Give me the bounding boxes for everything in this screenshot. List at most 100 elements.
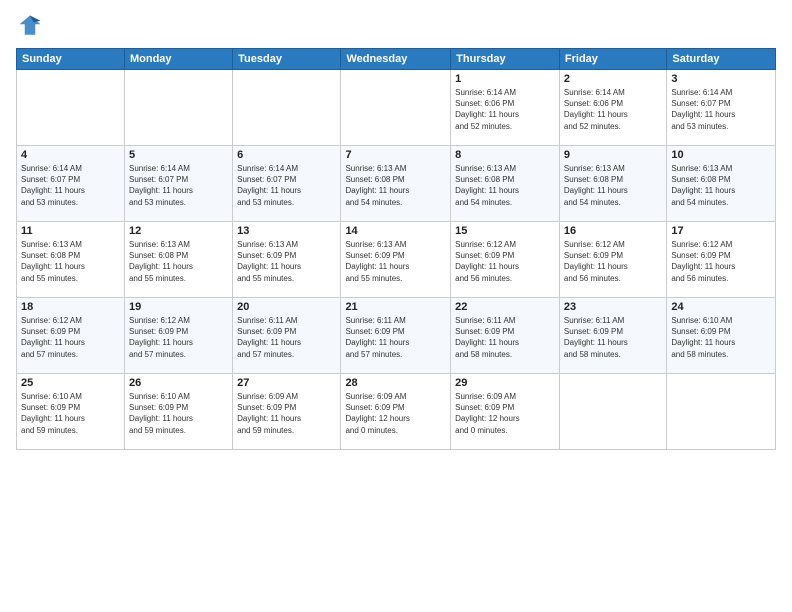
day-info: Sunrise: 6:13 AMSunset: 6:08 PMDaylight:… (345, 163, 446, 208)
calendar-cell: 25 Sunrise: 6:10 AMSunset: 6:09 PMDayligh… (17, 374, 125, 450)
calendar-cell: 29 Sunrise: 6:09 AMSunset: 6:09 PMDayligh… (451, 374, 560, 450)
calendar-cell (559, 374, 666, 450)
calendar-cell: 28 Sunrise: 6:09 AMSunset: 6:09 PMDayligh… (341, 374, 451, 450)
calendar-cell: 12 Sunrise: 6:13 AMSunset: 6:08 PMDayligh… (124, 222, 232, 298)
day-number: 8 (455, 149, 555, 161)
day-info: Sunrise: 6:14 AMSunset: 6:07 PMDaylight:… (237, 163, 336, 208)
day-number: 3 (671, 73, 771, 85)
day-number: 14 (345, 225, 446, 237)
day-number: 25 (21, 377, 120, 389)
calendar-cell (124, 70, 232, 146)
calendar-cell: 14 Sunrise: 6:13 AMSunset: 6:09 PMDayligh… (341, 222, 451, 298)
calendar-cell: 16Sunrise: 6:12 AMSunset: 6:09 PMDayligh… (559, 222, 666, 298)
day-info: Sunrise: 6:13 AMSunset: 6:09 PMDaylight:… (237, 239, 336, 284)
calendar-cell (667, 374, 776, 450)
day-info: Sunrise: 6:12 AMSunset: 6:09 PMDaylight:… (21, 315, 120, 360)
day-info: Sunrise: 6:14 AMSunset: 6:07 PMDaylight:… (21, 163, 120, 208)
day-number: 2 (564, 73, 662, 85)
day-number: 22 (455, 301, 555, 313)
day-info: Sunrise: 6:10 AMSunset: 6:09 PMDaylight:… (21, 391, 120, 436)
calendar-cell: 24 Sunrise: 6:10 AMSunset: 6:09 PMDayligh… (667, 298, 776, 374)
day-header-saturday: Saturday (667, 49, 776, 70)
day-info: Sunrise: 6:09 AMSunset: 6:09 PMDaylight:… (455, 391, 555, 436)
day-number: 5 (129, 149, 228, 161)
calendar-cell (233, 70, 341, 146)
day-info: Sunrise: 6:14 AMSunset: 6:07 PMDaylight:… (129, 163, 228, 208)
day-info: Sunrise: 6:12 AMSunset: 6:09 PMDaylight:… (455, 239, 555, 284)
day-info: Sunrise: 6:14 AMSunset: 6:06 PMDaylight:… (455, 87, 555, 132)
day-info: Sunrise: 6:14 AMSunset: 6:07 PMDaylight:… (671, 87, 771, 132)
calendar-cell: 26 Sunrise: 6:10 AMSunset: 6:09 PMDayligh… (124, 374, 232, 450)
day-number: 11 (21, 225, 120, 237)
calendar-cell: 13 Sunrise: 6:13 AMSunset: 6:09 PMDayligh… (233, 222, 341, 298)
day-number: 17 (671, 225, 771, 237)
day-info: Sunrise: 6:12 AMSunset: 6:09 PMDaylight:… (129, 315, 228, 360)
day-header-thursday: Thursday (451, 49, 560, 70)
calendar-cell (341, 70, 451, 146)
day-info: Sunrise: 6:12 AMSunset: 6:09 PMDaylight:… (564, 239, 662, 284)
day-number: 20 (237, 301, 336, 313)
calendar-cell: 15Sunrise: 6:12 AMSunset: 6:09 PMDayligh… (451, 222, 560, 298)
calendar-cell: 11 Sunrise: 6:13 AMSunset: 6:08 PMDayligh… (17, 222, 125, 298)
day-info: Sunrise: 6:11 AMSunset: 6:09 PMDaylight:… (564, 315, 662, 360)
page-header (16, 12, 776, 40)
day-header-wednesday: Wednesday (341, 49, 451, 70)
calendar-cell: 18Sunrise: 6:12 AMSunset: 6:09 PMDayligh… (17, 298, 125, 374)
calendar-cell: 3 Sunrise: 6:14 AMSunset: 6:07 PMDaylight… (667, 70, 776, 146)
day-info: Sunrise: 6:12 AMSunset: 6:09 PMDaylight:… (671, 239, 771, 284)
day-number: 7 (345, 149, 446, 161)
day-number: 13 (237, 225, 336, 237)
calendar-cell: 6 Sunrise: 6:14 AMSunset: 6:07 PMDaylight… (233, 146, 341, 222)
day-info: Sunrise: 6:11 AMSunset: 6:09 PMDaylight:… (455, 315, 555, 360)
calendar-cell: 10 Sunrise: 6:13 AMSunset: 6:08 PMDayligh… (667, 146, 776, 222)
day-header-monday: Monday (124, 49, 232, 70)
day-number: 4 (21, 149, 120, 161)
calendar-cell: 4 Sunrise: 6:14 AMSunset: 6:07 PMDaylight… (17, 146, 125, 222)
day-number: 27 (237, 377, 336, 389)
day-info: Sunrise: 6:11 AMSunset: 6:09 PMDaylight:… (345, 315, 446, 360)
day-number: 21 (345, 301, 446, 313)
day-info: Sunrise: 6:13 AMSunset: 6:08 PMDaylight:… (21, 239, 120, 284)
day-info: Sunrise: 6:13 AMSunset: 6:09 PMDaylight:… (345, 239, 446, 284)
calendar-cell: 2Sunrise: 6:14 AMSunset: 6:06 PMDaylight… (559, 70, 666, 146)
day-info: Sunrise: 6:11 AMSunset: 6:09 PMDaylight:… (237, 315, 336, 360)
day-number: 12 (129, 225, 228, 237)
day-number: 29 (455, 377, 555, 389)
day-number: 9 (564, 149, 662, 161)
calendar-cell: 9 Sunrise: 6:13 AMSunset: 6:08 PMDaylight… (559, 146, 666, 222)
calendar-cell: 27 Sunrise: 6:09 AMSunset: 6:09 PMDayligh… (233, 374, 341, 450)
day-number: 24 (671, 301, 771, 313)
day-number: 28 (345, 377, 446, 389)
calendar-cell: 8 Sunrise: 6:13 AMSunset: 6:08 PMDaylight… (451, 146, 560, 222)
logo (16, 12, 48, 40)
calendar-week-row: 4 Sunrise: 6:14 AMSunset: 6:07 PMDaylight… (17, 146, 776, 222)
day-number: 19 (129, 301, 228, 313)
calendar-header-row: SundayMondayTuesdayWednesdayThursdayFrid… (17, 49, 776, 70)
day-number: 26 (129, 377, 228, 389)
day-info: Sunrise: 6:10 AMSunset: 6:09 PMDaylight:… (671, 315, 771, 360)
calendar-cell: 7 Sunrise: 6:13 AMSunset: 6:08 PMDaylight… (341, 146, 451, 222)
day-number: 23 (564, 301, 662, 313)
calendar-cell: 17 Sunrise: 6:12 AMSunset: 6:09 PMDayligh… (667, 222, 776, 298)
day-number: 1 (455, 73, 555, 85)
calendar-cell: 23 Sunrise: 6:11 AMSunset: 6:09 PMDayligh… (559, 298, 666, 374)
day-info: Sunrise: 6:10 AMSunset: 6:09 PMDaylight:… (129, 391, 228, 436)
calendar-cell (17, 70, 125, 146)
calendar-cell: 5 Sunrise: 6:14 AMSunset: 6:07 PMDaylight… (124, 146, 232, 222)
day-info: Sunrise: 6:13 AMSunset: 6:08 PMDaylight:… (455, 163, 555, 208)
day-info: Sunrise: 6:13 AMSunset: 6:08 PMDaylight:… (129, 239, 228, 284)
calendar-week-row: 18Sunrise: 6:12 AMSunset: 6:09 PMDayligh… (17, 298, 776, 374)
calendar-week-row: 11 Sunrise: 6:13 AMSunset: 6:08 PMDayligh… (17, 222, 776, 298)
day-info: Sunrise: 6:09 AMSunset: 6:09 PMDaylight:… (237, 391, 336, 436)
day-number: 6 (237, 149, 336, 161)
day-header-tuesday: Tuesday (233, 49, 341, 70)
day-number: 10 (671, 149, 771, 161)
calendar-cell: 21 Sunrise: 6:11 AMSunset: 6:09 PMDayligh… (341, 298, 451, 374)
day-info: Sunrise: 6:13 AMSunset: 6:08 PMDaylight:… (564, 163, 662, 208)
day-header-friday: Friday (559, 49, 666, 70)
day-info: Sunrise: 6:09 AMSunset: 6:09 PMDaylight:… (345, 391, 446, 436)
calendar-week-row: 25 Sunrise: 6:10 AMSunset: 6:09 PMDayligh… (17, 374, 776, 450)
logo-icon (16, 12, 44, 40)
day-header-sunday: Sunday (17, 49, 125, 70)
day-info: Sunrise: 6:13 AMSunset: 6:08 PMDaylight:… (671, 163, 771, 208)
